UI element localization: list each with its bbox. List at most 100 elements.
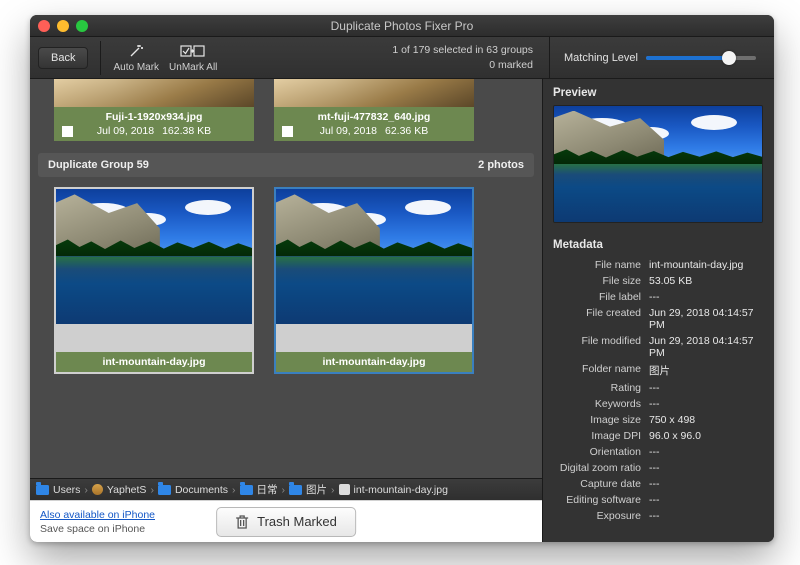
metadata-key: File modified: [553, 335, 649, 359]
photo-filename: Fuji-1-1920x934.jpg: [106, 111, 203, 123]
photo-filename: mt-fuji-477832_640.jpg: [318, 111, 431, 123]
promo-link[interactable]: Also available on iPhone: [40, 509, 155, 521]
chevron-right-icon: ›: [150, 484, 154, 496]
auto-mark-label: Auto Mark: [113, 62, 159, 73]
folder-icon: [240, 485, 253, 495]
mark-checkbox[interactable]: [282, 126, 293, 137]
mark-checkbox[interactable]: [62, 126, 73, 137]
auto-mark-button[interactable]: Auto Mark: [113, 42, 159, 73]
selection-status: 1 of 179 selected in 63 groups 0 marked: [392, 43, 539, 71]
group-header[interactable]: Duplicate Group 59 2 photos: [38, 153, 534, 177]
photo-date: Jul 09, 2018: [97, 125, 154, 137]
trash-icon: [235, 514, 249, 530]
wand-icon: [128, 42, 144, 60]
unmark-icon: [180, 42, 206, 60]
metadata-key: Orientation: [553, 446, 649, 458]
folder-icon: [36, 485, 49, 495]
app-window: Duplicate Photos Fixer Pro Back Auto Mar…: [30, 15, 774, 542]
metadata-row: Image DPI96.0 x 96.0: [553, 428, 764, 444]
photo-card[interactable]: mt-fuji-477832_640.jpg Jul 09, 2018 62.3…: [274, 79, 474, 141]
promo-block: Also available on iPhone Save space on i…: [40, 509, 155, 535]
chevron-right-icon: ›: [282, 484, 286, 496]
metadata-key: Keywords: [553, 398, 649, 410]
metadata-key: Exposure: [553, 510, 649, 522]
metadata-row: Folder name图片: [553, 361, 764, 380]
matching-level-control: Matching Level: [549, 37, 766, 78]
back-button[interactable]: Back: [38, 47, 88, 69]
metadata-value: ---: [649, 494, 764, 506]
metadata-heading: Metadata: [553, 239, 764, 251]
status-line-2: 0 marked: [392, 58, 533, 72]
prev-group-row: Fuji-1-1920x934.jpg Jul 09, 2018 162.38 …: [30, 79, 542, 147]
current-group-row: int-mountain-day.jpg int-mountain-day.jp…: [30, 183, 542, 374]
metadata-value: 96.0 x 96.0: [649, 430, 764, 442]
matching-level-label: Matching Level: [564, 52, 638, 64]
metadata-row: File size53.05 KB: [553, 273, 764, 289]
results-pane: Fuji-1-1920x934.jpg Jul 09, 2018 162.38 …: [30, 79, 542, 542]
metadata-key: File name: [553, 259, 649, 271]
content-body: Fuji-1-1920x934.jpg Jul 09, 2018 162.38 …: [30, 79, 774, 542]
metadata-row: Editing software---: [553, 492, 764, 508]
home-icon: [92, 484, 103, 495]
separator: [100, 41, 101, 75]
photo-card-selected[interactable]: int-mountain-day.jpg: [274, 187, 474, 374]
metadata-row: File modifiedJun 29, 2018 04:14:57 PM: [553, 333, 764, 361]
metadata-list: File nameint-mountain-day.jpgFile size53…: [553, 257, 764, 524]
metadata-key: File label: [553, 291, 649, 303]
metadata-row: Keywords---: [553, 396, 764, 412]
chevron-right-icon: ›: [232, 484, 236, 496]
preview-image: [553, 105, 763, 223]
results-grid[interactable]: Fuji-1-1920x934.jpg Jul 09, 2018 162.38 …: [30, 79, 542, 478]
slider-thumb[interactable]: [722, 51, 736, 65]
path-seg[interactable]: Users: [53, 484, 80, 496]
photo-card[interactable]: int-mountain-day.jpg: [54, 187, 254, 374]
metadata-key: Digital zoom ratio: [553, 462, 649, 474]
footer-bar: Also available on iPhone Save space on i…: [30, 500, 542, 542]
metadata-row: Image size750 x 498: [553, 412, 764, 428]
inspector-pane: Preview Metadata File nameint-mountain-d…: [542, 79, 774, 542]
trash-marked-button[interactable]: Trash Marked: [216, 507, 356, 537]
file-icon: [339, 484, 350, 495]
thumb-gutter: [276, 324, 472, 352]
photo-thumb: [56, 189, 252, 324]
metadata-key: Rating: [553, 382, 649, 394]
folder-icon: [289, 485, 302, 495]
metadata-value: ---: [649, 382, 764, 394]
metadata-key: File size: [553, 275, 649, 287]
metadata-row: Orientation---: [553, 444, 764, 460]
metadata-value: Jun 29, 2018 04:14:57 PM: [649, 335, 764, 359]
group-title: Duplicate Group 59: [48, 159, 149, 171]
metadata-value: ---: [649, 398, 764, 410]
metadata-value: 53.05 KB: [649, 275, 764, 287]
path-bar[interactable]: Users› YaphetS› Documents› 日常› 图片› int-m…: [30, 478, 542, 500]
photo-thumb: [276, 189, 472, 324]
metadata-value: ---: [649, 291, 764, 303]
metadata-row: Capture date---: [553, 476, 764, 492]
photo-thumb: [274, 79, 474, 107]
titlebar: Duplicate Photos Fixer Pro: [30, 15, 774, 37]
metadata-key: Folder name: [553, 363, 649, 378]
chevron-right-icon: ›: [84, 484, 88, 496]
unmark-all-button[interactable]: UnMark All: [169, 42, 217, 73]
path-seg[interactable]: YaphetS: [107, 484, 147, 496]
path-seg[interactable]: 图片: [306, 482, 327, 497]
thumb-gutter: [56, 324, 252, 352]
metadata-value: 图片: [649, 363, 764, 378]
photo-caption: mt-fuji-477832_640.jpg Jul 09, 2018 62.3…: [274, 107, 474, 141]
metadata-row: File createdJun 29, 2018 04:14:57 PM: [553, 305, 764, 333]
toolbar: Back Auto Mark UnMark All 1 of 179 selec…: [30, 37, 774, 79]
path-seg[interactable]: int-mountain-day.jpg: [354, 484, 448, 496]
promo-subtext: Save space on iPhone: [40, 523, 155, 535]
metadata-value: ---: [649, 510, 764, 522]
metadata-row: File nameint-mountain-day.jpg: [553, 257, 764, 273]
metadata-key: Editing software: [553, 494, 649, 506]
path-seg[interactable]: 日常: [257, 482, 278, 497]
photo-card[interactable]: Fuji-1-1920x934.jpg Jul 09, 2018 162.38 …: [54, 79, 254, 141]
trash-label: Trash Marked: [257, 514, 337, 529]
path-seg[interactable]: Documents: [175, 484, 228, 496]
photo-filename: int-mountain-day.jpg: [56, 352, 252, 372]
metadata-key: Image DPI: [553, 430, 649, 442]
matching-level-slider[interactable]: [646, 56, 756, 60]
photo-size: 62.36 KB: [385, 125, 428, 137]
metadata-row: File label---: [553, 289, 764, 305]
